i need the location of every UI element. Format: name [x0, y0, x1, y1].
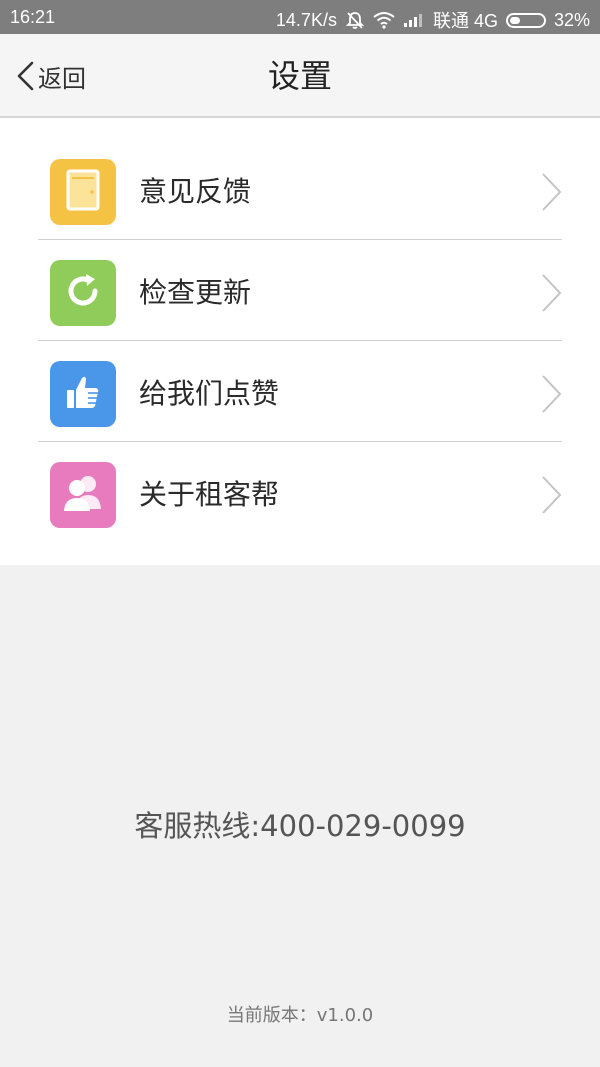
menu-item-like-us[interactable]: 给我们点赞: [0, 341, 600, 442]
battery-icon: [505, 12, 546, 28]
feedback-door-icon: [63, 168, 103, 216]
page-title: 设置: [267, 57, 332, 95]
menu-item-label: 检查更新: [139, 276, 252, 309]
menu-icon-tile: [50, 462, 116, 528]
chevron-right-icon: [538, 373, 564, 419]
status-bar: 16:21 14.7K/s 联通 4G 32%: [0, 0, 600, 34]
mute-bell-icon: [345, 10, 365, 30]
menu-item-label: 给我们点赞: [139, 377, 280, 410]
network-speed: 14.7K/s: [275, 9, 337, 30]
menu-item-feedback[interactable]: 意见反馈: [0, 139, 600, 240]
thumbs-up-icon: [61, 370, 105, 418]
menu-item-label: 关于租客帮: [139, 478, 280, 511]
menu-icon-tile: [50, 361, 116, 427]
settings-menu: 意见反馈 检查更新 给我们点赞 关于租客帮: [0, 118, 600, 565]
battery-fill: [509, 16, 520, 24]
refresh-icon: [62, 270, 104, 316]
menu-item-check-update[interactable]: 检查更新: [0, 240, 600, 341]
chevron-right-icon: [538, 272, 564, 318]
nav-bar: 返回 设置: [0, 34, 600, 118]
menu-icon-tile: [50, 159, 116, 225]
signal-icon: [403, 12, 425, 28]
app-version: 当前版本：v1.0.0: [226, 1005, 374, 1026]
customer-hotline: 客服热线:400-029-0099: [134, 809, 466, 843]
status-time: 16:21: [10, 7, 56, 27]
menu-item-label: 意见反馈: [139, 175, 252, 208]
battery-percent: 32%: [553, 9, 590, 30]
menu-item-about[interactable]: 关于租客帮: [0, 442, 600, 543]
chevron-right-icon: [538, 171, 564, 217]
wifi-icon: [373, 11, 395, 29]
carrier-label: 联通 4G: [432, 11, 498, 31]
status-right-group: 14.7K/s 联通 4G 32%: [276, 7, 590, 33]
chevron-right-icon: [538, 474, 564, 520]
menu-icon-tile: [50, 260, 116, 326]
users-icon: [60, 471, 106, 519]
